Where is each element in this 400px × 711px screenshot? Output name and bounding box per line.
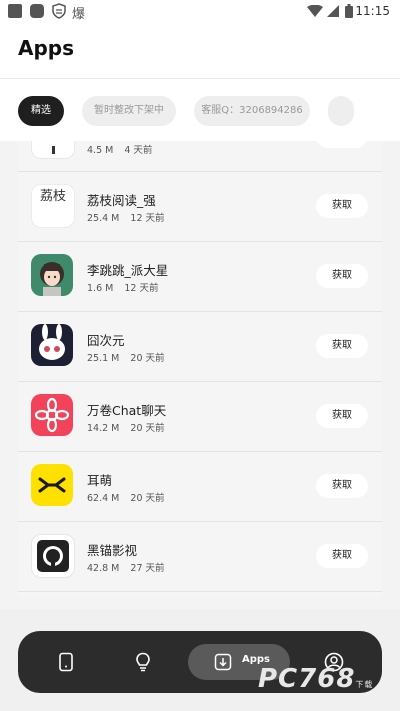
wanjuan-chat-icon: [31, 394, 73, 436]
notification-text: 爆: [72, 7, 86, 22]
app-name: 耳萌: [87, 473, 113, 488]
lightbulb-icon: [136, 652, 150, 672]
category-chips: 精选 暂时整改下架中 客服Q：3206894286: [0, 79, 400, 141]
get-button[interactable]: 获取: [316, 141, 368, 148]
watermark-brand: PC768: [258, 664, 356, 694]
app-list: 4.5 M 4 天前 获取 荔枝 荔枝阅读_强 25.4 M 12 天前 获取: [18, 141, 382, 597]
status-time: 11:15: [355, 4, 390, 18]
jiongciyuan-icon: [31, 324, 73, 366]
wifi-icon: [307, 5, 323, 17]
chip-customer-service[interactable]: 客服Q：3206894286: [194, 96, 310, 126]
list-item[interactable]: 万卷Chat聊天 14.2 M 20 天前 获取: [18, 381, 382, 452]
phone-icon: [59, 652, 73, 672]
nav-phone[interactable]: [46, 631, 86, 693]
list-item[interactable]: 荔枝 荔枝阅读_强 25.4 M 12 天前 获取: [18, 171, 382, 242]
app-time: 20 天前: [130, 493, 165, 504]
shield-icon: [52, 3, 66, 19]
status-bar: 爆 11:15: [0, 0, 400, 24]
app-time: 12 天前: [130, 213, 165, 224]
list-item[interactable]: 黑锚影视 42.8 M 27 天前 获取: [18, 521, 382, 592]
list-item[interactable]: 囧次元 25.1 M 20 天前 获取: [18, 311, 382, 382]
chip-under-review[interactable]: 暂时整改下架中: [82, 96, 176, 126]
get-button[interactable]: 获取: [316, 544, 368, 568]
page-title: Apps: [18, 36, 75, 60]
app-notification-icon: [30, 4, 44, 18]
app-name: 荔枝阅读_强: [87, 193, 156, 208]
app-time: 4 天前: [124, 145, 153, 156]
app-name: 李跳跳_派大星: [87, 263, 169, 278]
get-button[interactable]: 获取: [316, 474, 368, 498]
ermeng-icon: [31, 464, 73, 506]
nav-tips[interactable]: [123, 631, 163, 693]
app-size: 25.4 M: [87, 213, 120, 224]
app-time: 27 天前: [130, 563, 165, 574]
app-time: 12 天前: [124, 283, 159, 294]
get-button[interactable]: 获取: [316, 194, 368, 218]
app-size: 42.8 M: [87, 563, 120, 574]
app-size: 4.5 M: [87, 145, 114, 156]
download-icon: [214, 653, 232, 671]
page-header: Apps: [0, 24, 400, 79]
notification-icon: [8, 4, 22, 18]
watermark-suffix: 下载: [355, 680, 374, 689]
app-size: 14.2 M: [87, 423, 120, 434]
app-time: 20 天前: [130, 353, 165, 364]
app-size: 25.1 M: [87, 353, 120, 364]
battery-icon: [345, 4, 353, 18]
get-button[interactable]: 获取: [316, 404, 368, 428]
watermark: PC768下载: [258, 664, 373, 694]
app-name: 囧次元: [87, 333, 125, 348]
list-item[interactable]: 耳萌 62.4 M 20 天前 获取: [18, 451, 382, 522]
list-item[interactable]: 李跳跳_派大星 1.6 M 12 天前 获取: [18, 241, 382, 312]
app-size: 62.4 M: [87, 493, 120, 504]
get-button[interactable]: 获取: [316, 334, 368, 358]
chip-more[interactable]: [328, 96, 354, 126]
app-icon: [31, 141, 75, 159]
litiaotiao-icon: [31, 254, 73, 296]
signal-icon: [327, 5, 339, 17]
app-name: 黑锚影视: [87, 543, 138, 558]
app-size: 1.6 M: [87, 283, 114, 294]
get-button[interactable]: 获取: [316, 264, 368, 288]
chip-featured[interactable]: 精选: [18, 96, 64, 126]
app-name: 万卷Chat聊天: [87, 403, 167, 418]
list-item[interactable]: 4.5 M 4 天前 获取: [18, 141, 382, 172]
lizhi-logo-text: 荔枝: [39, 189, 66, 204]
lizhi-reader-icon: 荔枝: [31, 184, 75, 228]
app-time: 20 天前: [130, 423, 165, 434]
heimao-icon: [31, 534, 75, 578]
